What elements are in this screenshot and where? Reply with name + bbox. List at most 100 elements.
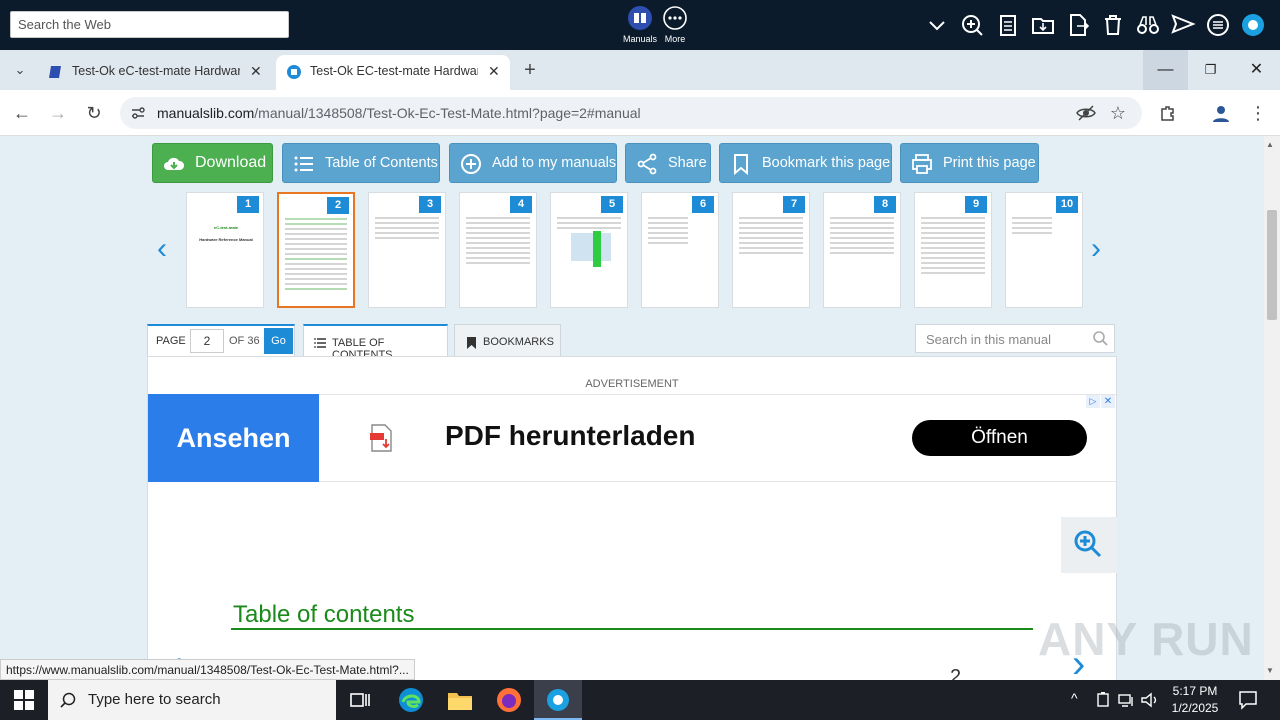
ad-close-icon[interactable]: ✕ bbox=[1101, 395, 1115, 408]
pdf-file-icon bbox=[370, 424, 392, 452]
page-thumbnail[interactable]: 3 bbox=[368, 192, 446, 308]
scroll-down-arrow-icon[interactable]: ▼ bbox=[1266, 666, 1274, 675]
print-page-button[interactable]: Print this page bbox=[900, 143, 1039, 183]
tab-list-chevron-icon[interactable]: ⌄ bbox=[8, 58, 32, 82]
page-thumbnail[interactable]: 6 bbox=[641, 192, 719, 308]
page-label: PAGE bbox=[156, 335, 186, 347]
system-clock[interactable]: 5:17 PM 1/2/2025 bbox=[1160, 683, 1230, 717]
zoom-button[interactable] bbox=[1061, 517, 1117, 573]
list-icon bbox=[314, 338, 326, 348]
ad-ansehen-panel[interactable]: Ansehen bbox=[148, 394, 319, 482]
ad-open-button[interactable]: Öffnen bbox=[912, 420, 1087, 456]
share-button[interactable]: Share bbox=[625, 143, 711, 183]
document-heading: Table of contents bbox=[233, 601, 415, 628]
battery-icon[interactable] bbox=[1095, 692, 1111, 708]
reload-icon[interactable]: ↻ bbox=[82, 101, 106, 125]
page-thumbnail[interactable]: 4 bbox=[459, 192, 537, 308]
url-path: /manual/1348508/Test-Ok-Ec-Test-Mate.htm… bbox=[254, 105, 641, 121]
search-icon bbox=[60, 692, 76, 708]
manual-search-input[interactable]: Search in this manual bbox=[915, 324, 1115, 353]
windows-start-icon[interactable] bbox=[14, 690, 34, 710]
thumbnail-number: 3 bbox=[419, 196, 441, 213]
profile-avatar-icon[interactable] bbox=[1212, 104, 1230, 122]
scroll-up-arrow-icon[interactable]: ▲ bbox=[1266, 140, 1274, 149]
scrollbar-thumb[interactable] bbox=[1267, 210, 1277, 320]
tab-close-icon[interactable]: ✕ bbox=[250, 63, 262, 80]
ad-choices-icon[interactable]: ▷ bbox=[1086, 395, 1100, 408]
url-text[interactable]: manualslib.com/manual/1348508/Test-Ok-Ec… bbox=[157, 105, 641, 121]
network-icon[interactable] bbox=[1118, 692, 1136, 708]
page-thumbnail[interactable]: 7 bbox=[732, 192, 810, 308]
minimize-window-icon[interactable]: — bbox=[1143, 50, 1188, 90]
restore-window-icon[interactable]: ❐ bbox=[1188, 50, 1233, 90]
tray-chevron-up-icon[interactable]: ^ bbox=[1071, 690, 1078, 706]
page-thumbnail[interactable]: 9 bbox=[914, 192, 992, 308]
tracking-prevention-icon[interactable] bbox=[1076, 104, 1096, 122]
forward-arrow-icon[interactable]: → bbox=[46, 101, 70, 125]
thumbnail-subtitle: Hardware Reference Manual bbox=[199, 237, 253, 242]
notifications-icon[interactable] bbox=[1238, 690, 1258, 710]
firefox-icon[interactable] bbox=[495, 686, 523, 714]
chevron-down-icon[interactable] bbox=[924, 12, 950, 38]
favorite-star-icon[interactable]: ☆ bbox=[1106, 101, 1130, 125]
page-thumbnail-selected[interactable]: 2 bbox=[277, 192, 355, 308]
send-icon[interactable] bbox=[1170, 12, 1196, 38]
extensions-icon[interactable] bbox=[1159, 104, 1177, 122]
back-arrow-icon[interactable]: ← bbox=[10, 101, 34, 125]
bookmark-page-button[interactable]: Bookmark this page bbox=[719, 143, 892, 183]
taskbar-search-placeholder: Type here to search bbox=[88, 691, 221, 708]
close-window-icon[interactable]: ✕ bbox=[1234, 50, 1279, 90]
bookmarks-tab[interactable]: BOOKMARKS bbox=[454, 324, 561, 357]
page-number-input[interactable]: 2 bbox=[190, 329, 224, 353]
settings-more-icon[interactable]: ⋮ bbox=[1246, 101, 1270, 125]
download-folder-icon[interactable] bbox=[1030, 12, 1056, 38]
go-button[interactable]: Go bbox=[264, 328, 293, 354]
page-thumbnail[interactable]: 8 bbox=[823, 192, 901, 308]
tab-manual-2[interactable]: Test-Ok EC-test-mate Hardware ✕ bbox=[276, 55, 510, 90]
page-total: OF 36 bbox=[229, 335, 260, 347]
thumbnails-prev-arrow-icon[interactable]: ‹ bbox=[157, 232, 167, 266]
edge-app-active-icon[interactable] bbox=[544, 686, 572, 714]
table-of-contents-button[interactable]: Table of Contents bbox=[282, 143, 440, 183]
page-thumbnail[interactable]: 5 bbox=[550, 192, 628, 308]
print-label: Print this page bbox=[943, 155, 1036, 171]
thumbnail-number: 4 bbox=[510, 196, 532, 213]
add-to-manuals-button[interactable]: Add to my manuals bbox=[449, 143, 617, 183]
page-thumbnail[interactable]: 10 bbox=[1005, 192, 1083, 308]
menu-circle-icon[interactable] bbox=[1205, 12, 1231, 38]
new-tab-icon[interactable]: + bbox=[518, 58, 542, 82]
toc-label: Table of Contents bbox=[325, 155, 438, 171]
site-info-icon[interactable] bbox=[130, 105, 146, 121]
more-app-button[interactable]: More bbox=[655, 6, 695, 44]
anyrun-watermark: ANY RUN bbox=[1038, 613, 1254, 665]
manuals-app-button[interactable]: Manuals bbox=[620, 6, 660, 44]
taskbar-search-input[interactable]: Type here to search bbox=[48, 680, 336, 720]
edge-browser-icon[interactable] bbox=[397, 686, 425, 714]
thumbnails-next-arrow-icon[interactable]: › bbox=[1091, 232, 1101, 266]
volume-icon[interactable] bbox=[1141, 692, 1159, 708]
book-icon bbox=[628, 6, 652, 30]
search-icon[interactable] bbox=[1093, 331, 1108, 346]
zoom-in-icon[interactable] bbox=[959, 12, 985, 38]
web-search-input[interactable]: Search the Web bbox=[10, 11, 289, 38]
advertisement-label: ADVERTISEMENT bbox=[585, 378, 679, 390]
table-of-contents-tab[interactable]: TABLE OF CONTENTS bbox=[303, 324, 448, 361]
zoom-in-icon bbox=[1074, 530, 1102, 558]
download-label: Download bbox=[195, 154, 267, 171]
file-export-icon[interactable] bbox=[1065, 12, 1091, 38]
file-explorer-icon[interactable] bbox=[446, 686, 474, 714]
thumbnail-diagram-bar bbox=[593, 231, 601, 267]
status-bar-url: https://www.manualslib.com/manual/134850… bbox=[0, 659, 415, 680]
tab-manual-1[interactable]: Test-Ok eC-test-mate Hardware ✕ bbox=[34, 55, 272, 90]
task-view-icon[interactable] bbox=[346, 686, 374, 714]
trash-icon[interactable] bbox=[1100, 12, 1126, 38]
download-button[interactable]: Download bbox=[152, 143, 273, 183]
thumbnail-number: 7 bbox=[783, 196, 805, 213]
binoculars-icon[interactable] bbox=[1135, 12, 1161, 38]
page-thumbnail[interactable]: 1 eC-test-mate Hardware Reference Manual bbox=[186, 192, 264, 308]
thumbnail-number: 5 bbox=[601, 196, 623, 213]
tab-close-icon[interactable]: ✕ bbox=[488, 63, 500, 80]
clock-date: 1/2/2025 bbox=[1171, 701, 1219, 715]
edge-swirl-icon[interactable] bbox=[1240, 12, 1266, 38]
clipboard-icon[interactable] bbox=[995, 12, 1021, 38]
